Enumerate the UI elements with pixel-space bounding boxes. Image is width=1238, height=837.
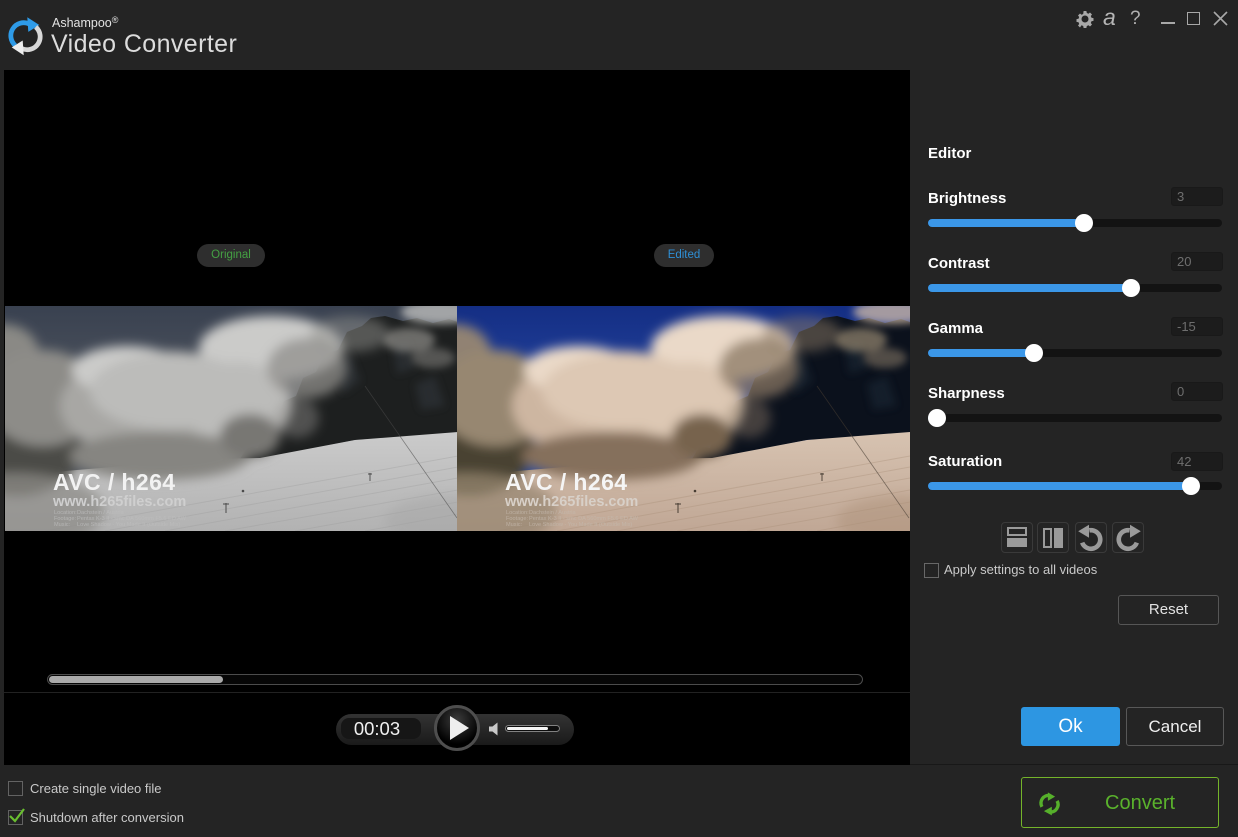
svg-text:AVC / h264: AVC / h264 xyxy=(505,469,627,495)
svg-text:Music:: Music: xyxy=(54,522,71,528)
svg-text:Love Shadow - You Made It (Out: Love Shadow - You Made It (Outside Mix) xyxy=(529,522,632,528)
svg-text:www.h265files.com: www.h265files.com xyxy=(52,494,186,510)
svg-text:Love Shadow - You Made It (Out: Love Shadow - You Made It (Outside Mix) xyxy=(77,522,180,528)
svg-text:AVC / h264: AVC / h264 xyxy=(53,469,175,495)
svg-text:Music:: Music: xyxy=(506,522,523,528)
svg-text:www.h265files.com: www.h265files.com xyxy=(504,494,638,510)
